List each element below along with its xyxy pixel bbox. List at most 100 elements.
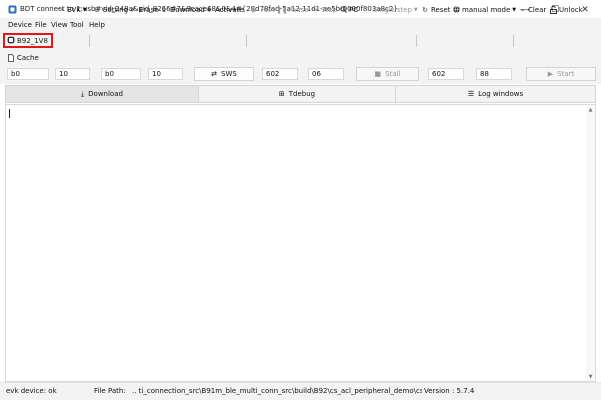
download-icon: ⤓: [81, 89, 85, 98]
scroll-down-icon[interactable]: ▼: [586, 372, 595, 381]
chevron-down-icon: ▼: [512, 6, 517, 13]
search-icon: [339, 6, 347, 14]
cache-label: Cache: [17, 53, 39, 62]
menu-bar: Device File View Tool Help: [0, 19, 601, 32]
play-icon: ▶: [547, 70, 554, 78]
tab-download[interactable]: ⤓ Download: [6, 86, 199, 102]
log-output-area[interactable]: [5, 104, 596, 382]
status-bar: evk device: ok File Path: .. ti_connecti…: [0, 382, 601, 400]
download-button[interactable]: ⤓ Download: [160, 4, 205, 15]
broom-icon: ⌁: [519, 5, 525, 14]
pause-button[interactable]: ❚❚ Pause: [276, 4, 309, 15]
list-icon: ☰: [467, 90, 475, 98]
single-step-button[interactable]: ⤼ Single step ▼: [363, 4, 418, 15]
pause-label: Pause: [288, 5, 309, 14]
stall-label: Stall: [385, 70, 401, 78]
manual-mode-label: manual mode: [462, 5, 511, 14]
download-icon: ⤓: [162, 5, 166, 13]
reset-icon: ↻: [422, 5, 428, 14]
plus-icon: +: [206, 5, 212, 14]
single-step-label: Single step: [373, 5, 412, 14]
board-label: EVK: [67, 5, 81, 14]
toolbar-divider: [513, 35, 514, 47]
unlock-button[interactable]: Unlock: [549, 4, 583, 15]
sws-label: SWS: [221, 70, 237, 78]
tab-bar: ⤓ Download ⊞ Tdebug ☰ Log windows: [5, 85, 596, 103]
toolbar-divider: [89, 35, 90, 47]
version-label: Version : 5.7.4: [424, 387, 475, 395]
tab-log-windows[interactable]: ☰ Log windows: [396, 86, 595, 102]
sws-icon: ⇄: [211, 70, 218, 78]
step-label: Step: [321, 5, 337, 14]
clear-button[interactable]: ⌁ Clear: [518, 4, 546, 15]
single-step-icon: ⤼: [363, 5, 371, 13]
chevron-down-icon: ▼: [82, 6, 87, 13]
device-status: evk device: ok: [6, 387, 57, 395]
erase-label: Erase: [139, 5, 159, 14]
unlock-label: Unlock: [559, 5, 583, 14]
eraser-icon: ✐: [130, 5, 136, 14]
toolbar: [0, 32, 601, 50]
step-button[interactable]: ↷ Step: [311, 4, 337, 15]
gear-icon: ⚙: [93, 5, 101, 14]
setting-button[interactable]: ⚙ Setting: [93, 4, 128, 15]
file-path-value: .. ti_connection_src\B91m_ble_multi_conn…: [132, 387, 422, 395]
stall-button[interactable]: ■ Stall: [356, 67, 419, 81]
setting-label: Setting: [103, 5, 129, 14]
address-field-2[interactable]: 10: [55, 68, 90, 80]
globe-icon: [452, 6, 460, 14]
toolbar-divider: [246, 35, 247, 47]
pause-icon: ❚❚: [276, 5, 288, 14]
address-field-3[interactable]: b0: [101, 68, 141, 80]
address-field-8[interactable]: 88: [476, 68, 512, 80]
text-caret: [9, 109, 10, 118]
activate-button[interactable]: + Activate: [205, 4, 244, 15]
manual-mode-select[interactable]: manual mode ▼: [452, 4, 516, 15]
chevron-down-icon: ▼: [413, 6, 418, 13]
address-field-5[interactable]: 602: [262, 68, 298, 80]
menu-help[interactable]: Help: [89, 21, 105, 29]
clear-label: Clear: [528, 5, 547, 14]
run-label: Run: [261, 5, 275, 14]
activate-label: Activate: [215, 5, 244, 14]
menu-file[interactable]: File: [35, 21, 47, 29]
pc-button[interactable]: PC: [339, 4, 358, 15]
file-path-label: File Path:: [94, 387, 126, 395]
address-field-6[interactable]: 06: [308, 68, 344, 80]
address-field-7[interactable]: 602: [428, 68, 464, 80]
run-button[interactable]: ▶ Run: [251, 4, 274, 15]
debug-icon: ⊞: [278, 90, 285, 98]
chip-select-button[interactable]: B92_1V8: [3, 33, 53, 48]
reset-label: Reset: [431, 5, 451, 14]
reset-button[interactable]: ↻ Reset: [421, 4, 451, 15]
menu-device[interactable]: Device: [8, 21, 32, 29]
start-button[interactable]: ▶ Start: [526, 67, 596, 81]
unlock-icon: [549, 5, 557, 14]
menu-tool[interactable]: Tool: [70, 21, 84, 29]
chip-icon: [7, 35, 15, 46]
tab-log-windows-label: Log windows: [478, 90, 524, 98]
board-select-button[interactable]: ⤳ EVK ▼: [57, 4, 87, 15]
start-label: Start: [557, 70, 575, 78]
address-field-1[interactable]: b0: [7, 68, 49, 80]
erase-button[interactable]: ✐ Erase: [129, 4, 159, 15]
address-field-4[interactable]: 10: [148, 68, 183, 80]
pc-label: PC: [349, 5, 359, 14]
tab-tdebug-label: Tdebug: [288, 90, 316, 98]
secondary-toolbar: [0, 50, 601, 65]
scroll-up-icon[interactable]: ▲: [586, 105, 595, 114]
play-icon: ▶: [252, 5, 258, 14]
sws-button[interactable]: ⇄ SWS: [194, 67, 254, 81]
tab-download-label: Download: [88, 90, 123, 98]
step-icon: ↷: [312, 5, 318, 14]
menu-view[interactable]: View: [51, 21, 68, 29]
tab-tdebug[interactable]: ⊞ Tdebug: [199, 86, 396, 102]
vertical-scrollbar[interactable]: ▲ ▼: [586, 105, 595, 381]
board-icon: ⤳: [58, 5, 64, 13]
document-icon: [7, 53, 15, 62]
cache-button[interactable]: Cache: [7, 52, 39, 63]
toolbar-divider: [416, 35, 417, 47]
stall-icon: ■: [374, 70, 382, 78]
download-label: Download: [170, 5, 205, 14]
chip-label: B92_1V8: [17, 36, 48, 45]
